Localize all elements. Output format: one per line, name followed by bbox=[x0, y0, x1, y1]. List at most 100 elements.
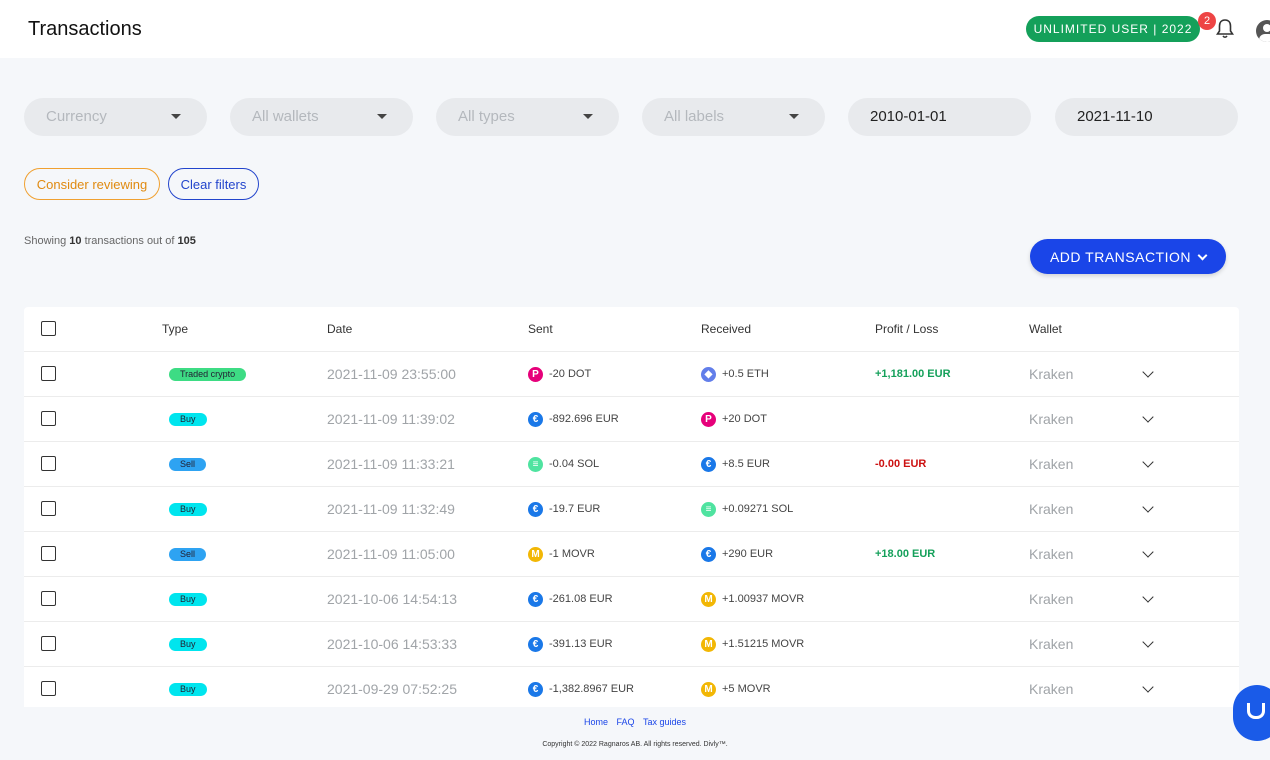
row-checkbox[interactable] bbox=[41, 681, 56, 696]
row-checkbox[interactable] bbox=[41, 501, 56, 516]
caret-down-icon bbox=[789, 114, 799, 119]
sent-cell: € -19.7 EUR bbox=[528, 487, 600, 532]
expand-row-chevron-icon[interactable] bbox=[1142, 501, 1154, 513]
wallet-cell: Kraken bbox=[1029, 681, 1074, 697]
column-header-type[interactable]: Type bbox=[162, 307, 188, 352]
received-cell: M +1.00937 MOVR bbox=[701, 577, 804, 622]
table-row[interactable]: Traded crypto 2021-11-09 23:55:00 P -20 DOT… bbox=[24, 352, 1239, 397]
chevron-down-icon bbox=[1197, 250, 1208, 260]
wallet-cell: Kraken bbox=[1029, 501, 1074, 517]
type-cell: Buy bbox=[162, 397, 207, 442]
received-amount: +5 MOVR bbox=[722, 683, 771, 695]
row-checkbox[interactable] bbox=[41, 636, 56, 651]
received-amount: +0.5 ETH bbox=[722, 368, 769, 380]
expand-row-chevron-icon[interactable] bbox=[1142, 456, 1154, 468]
wallets-filter[interactable]: All wallets bbox=[230, 98, 413, 136]
received-amount: +0.09271 SOL bbox=[722, 503, 794, 515]
date-from-field[interactable]: 2010-01-01 bbox=[848, 98, 1031, 136]
types-filter[interactable]: All types bbox=[436, 98, 619, 136]
expand-row-chevron-icon[interactable] bbox=[1142, 591, 1154, 603]
date-cell: 2021-10-06 14:53:33 bbox=[327, 636, 457, 652]
wallet-cell: Kraken bbox=[1029, 456, 1074, 472]
bell-icon[interactable] bbox=[1212, 16, 1238, 42]
labels-filter[interactable]: All labels bbox=[642, 98, 825, 136]
profit-loss-cell: -0.00 EUR bbox=[875, 458, 927, 470]
eur-coin-icon: € bbox=[528, 592, 543, 607]
row-checkbox[interactable] bbox=[41, 366, 56, 381]
type-tag: Buy bbox=[169, 683, 207, 697]
expand-row-chevron-icon[interactable] bbox=[1142, 546, 1154, 558]
type-tag: Sell bbox=[169, 548, 207, 562]
column-header-received[interactable]: Received bbox=[701, 307, 751, 352]
currency-filter-label: Currency bbox=[46, 108, 107, 125]
sent-amount: -892.696 EUR bbox=[549, 413, 619, 425]
type-cell: Buy bbox=[162, 622, 207, 667]
row-checkbox[interactable] bbox=[41, 591, 56, 606]
date-to-value: 2021-11-10 bbox=[1077, 108, 1153, 125]
summary-prefix: Showing bbox=[24, 235, 67, 247]
eur-coin-icon: € bbox=[701, 457, 716, 472]
type-cell: Sell bbox=[162, 442, 207, 487]
table-row[interactable]: Buy 2021-10-06 14:53:33 € -391.13 EUR M +1.51… bbox=[24, 622, 1239, 667]
copyright: Copyright © 2022 Ragnaros AB. All rights… bbox=[542, 741, 728, 748]
row-checkbox[interactable] bbox=[41, 546, 56, 561]
footer-link-home[interactable]: Home bbox=[584, 717, 608, 727]
wallet-cell: Kraken bbox=[1029, 411, 1074, 427]
select-all-checkbox[interactable] bbox=[41, 321, 56, 336]
table-row[interactable]: Buy 2021-10-06 14:54:13 € -261.08 EUR M +1.00… bbox=[24, 577, 1239, 622]
consider-reviewing-button[interactable]: Consider reviewing bbox=[24, 168, 160, 200]
page-title: Transactions bbox=[28, 18, 142, 40]
table-row[interactable]: Buy 2021-09-29 07:52:25 € -1,382.8967 EUR M +… bbox=[24, 667, 1239, 707]
transactions-count-summary: Showing 10 transactions out of 105 bbox=[24, 235, 196, 247]
summary-middle: transactions out of bbox=[84, 235, 175, 247]
date-to-field[interactable]: 2021-11-10 bbox=[1055, 98, 1238, 136]
table-row[interactable]: Sell 2021-11-09 11:05:00 M -1 MOVR € +290 EUR… bbox=[24, 532, 1239, 577]
expand-row-chevron-icon[interactable] bbox=[1142, 636, 1154, 648]
currency-filter[interactable]: Currency bbox=[24, 98, 207, 136]
table-row[interactable]: Sell 2021-11-09 11:33:21 ≡ -0.04 SOL € +8.5 E… bbox=[24, 442, 1239, 487]
row-checkbox[interactable] bbox=[41, 411, 56, 426]
row-checkbox[interactable] bbox=[41, 456, 56, 471]
date-cell: 2021-10-06 14:54:13 bbox=[327, 591, 457, 607]
sent-cell: € -1,382.8967 EUR bbox=[528, 667, 634, 707]
type-tag: Buy bbox=[169, 593, 207, 607]
top-bar: Transactions UNLIMITED USER | 2022 2 bbox=[0, 0, 1270, 58]
chat-icon[interactable] bbox=[1233, 685, 1270, 741]
sent-cell: € -391.13 EUR bbox=[528, 622, 613, 667]
plan-badge[interactable]: UNLIMITED USER | 2022 bbox=[1026, 16, 1200, 42]
received-cell: M +5 MOVR bbox=[701, 667, 771, 707]
sent-amount: -0.04 SOL bbox=[549, 458, 600, 470]
movr-coin-icon: M bbox=[701, 637, 716, 652]
expand-row-chevron-icon[interactable] bbox=[1142, 366, 1154, 378]
sent-amount: -391.13 EUR bbox=[549, 638, 613, 650]
column-header-sent[interactable]: Sent bbox=[528, 307, 553, 352]
table-row[interactable]: Buy 2021-11-09 11:32:49 € -19.7 EUR ≡ +0.0927… bbox=[24, 487, 1239, 532]
dot-coin-icon: P bbox=[701, 412, 716, 427]
date-cell: 2021-09-29 07:52:25 bbox=[327, 681, 457, 697]
movr-coin-icon: M bbox=[701, 592, 716, 607]
column-header-date[interactable]: Date bbox=[327, 307, 352, 352]
add-transaction-button[interactable]: ADD TRANSACTION bbox=[1030, 239, 1226, 274]
column-header-profit-loss[interactable]: Profit / Loss bbox=[875, 307, 938, 352]
footer-link-tax-guides[interactable]: Tax guides bbox=[643, 717, 686, 727]
type-cell: Traded crypto bbox=[162, 352, 247, 397]
sent-amount: -19.7 EUR bbox=[549, 503, 601, 515]
received-cell: € +8.5 EUR bbox=[701, 442, 770, 487]
user-icon[interactable] bbox=[1256, 20, 1270, 42]
eur-coin-icon: € bbox=[528, 412, 543, 427]
received-amount: +20 DOT bbox=[722, 413, 767, 425]
footer-link-faq[interactable]: FAQ bbox=[616, 717, 634, 727]
type-cell: Buy bbox=[162, 577, 207, 622]
received-cell: P +20 DOT bbox=[701, 397, 767, 442]
clear-filters-button[interactable]: Clear filters bbox=[168, 168, 259, 200]
wallet-cell: Kraken bbox=[1029, 591, 1074, 607]
type-tag: Sell bbox=[169, 458, 207, 472]
received-amount: +290 EUR bbox=[722, 548, 774, 560]
sent-cell: P -20 DOT bbox=[528, 352, 591, 397]
date-cell: 2021-11-09 11:05:00 bbox=[327, 546, 455, 562]
expand-row-chevron-icon[interactable] bbox=[1142, 411, 1154, 423]
table-row[interactable]: Buy 2021-11-09 11:39:02 € -892.696 EUR P +20 … bbox=[24, 397, 1239, 442]
expand-row-chevron-icon[interactable] bbox=[1142, 681, 1154, 693]
column-header-wallet[interactable]: Wallet bbox=[1029, 307, 1062, 352]
date-cell: 2021-11-09 11:39:02 bbox=[327, 411, 455, 427]
